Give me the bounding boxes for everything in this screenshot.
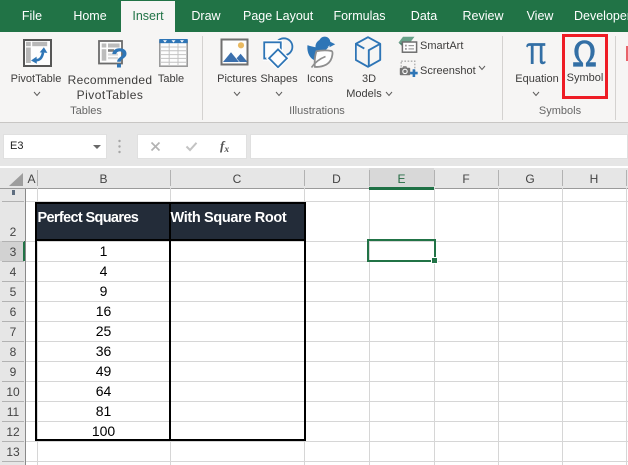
svg-text:?: ? [111, 43, 128, 71]
